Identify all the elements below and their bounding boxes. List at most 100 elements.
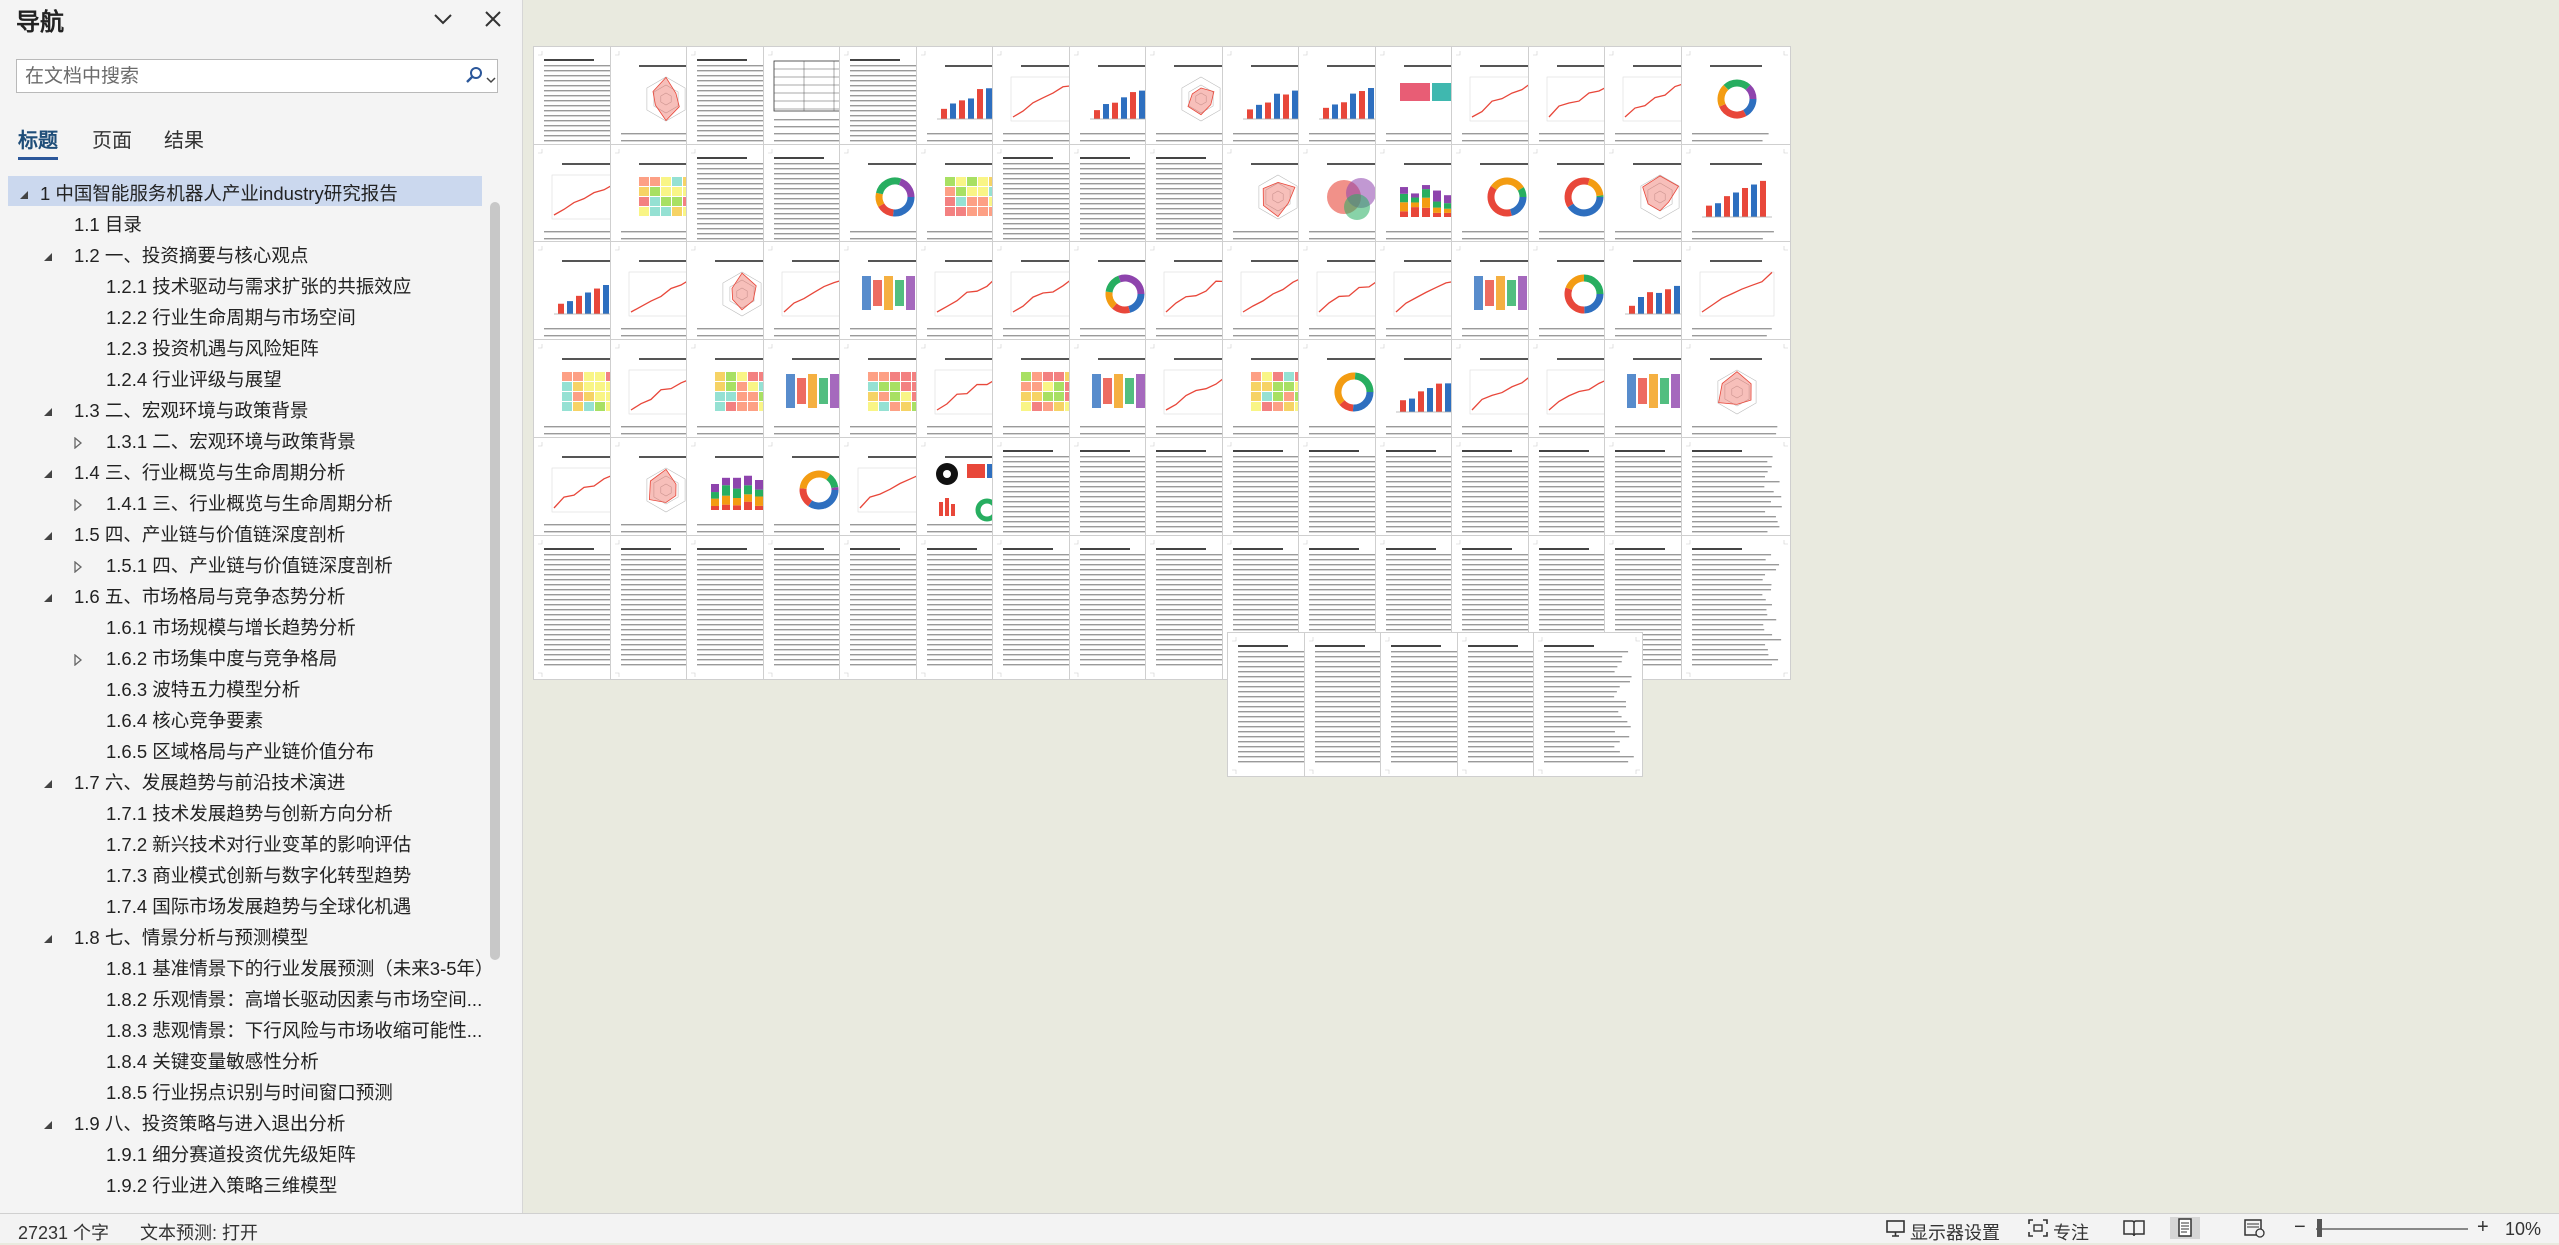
collapsed-triangle-icon[interactable] bbox=[72, 494, 84, 512]
tab-results[interactable]: 结果 bbox=[164, 124, 204, 153]
tree-item[interactable]: 1.4 三、行业概览与生命周期分析 bbox=[8, 455, 482, 485]
expanded-triangle-icon[interactable] bbox=[42, 1114, 54, 1129]
tree-item-label: 1.6.3 波特五力模型分析 bbox=[106, 679, 301, 700]
zoom-slider-track[interactable] bbox=[2316, 1228, 2468, 1230]
tree-item[interactable]: 1.8.4 关键变量敏感性分析 bbox=[8, 1044, 482, 1074]
tree-item[interactable]: 1.6.1 市场规模与增长趋势分析 bbox=[8, 610, 482, 640]
chevron-down-icon[interactable] bbox=[430, 6, 456, 32]
tree-item[interactable]: 1.7.3 商业模式创新与数字化转型趋势 bbox=[8, 858, 482, 888]
tree-item[interactable]: 1.8.2 乐观情景：高增长驱动因素与市场空间... bbox=[8, 982, 482, 1012]
tree-item[interactable]: 1.6.3 波特五力模型分析 bbox=[8, 672, 482, 702]
tree-item-label: 1.6.5 区域格局与产业链价值分布 bbox=[106, 741, 375, 762]
tree-item-label: 1.2 一、投资摘要与核心观点 bbox=[74, 245, 309, 266]
tree-item-label: 1.6.2 市场集中度与竞争格局 bbox=[106, 648, 338, 669]
collapsed-triangle-icon[interactable] bbox=[72, 556, 84, 574]
tree-item[interactable]: 1.9.2 行业进入策略三维模型 bbox=[8, 1168, 482, 1198]
tree-item[interactable]: 1 中国智能服务机器人产业industry研究报告 bbox=[8, 176, 482, 206]
tree-item[interactable]: 1.5 四、产业链与价值链深度剖析 bbox=[8, 517, 482, 547]
text-predict-status[interactable]: 文本预测: 打开 bbox=[140, 1219, 258, 1245]
search-box[interactable] bbox=[16, 59, 498, 94]
tree-item[interactable]: 1.7.1 技术发展趋势与创新方向分析 bbox=[8, 796, 482, 826]
tree-item[interactable]: 1.6 五、市场格局与竞争态势分析 bbox=[8, 579, 482, 609]
tree-item[interactable]: 1.6.2 市场集中度与竞争格局 bbox=[8, 641, 482, 671]
tree-item[interactable]: 1.9.1 细分赛道投资优先级矩阵 bbox=[8, 1137, 482, 1167]
tree-item[interactable]: 1.3.1 二、宏观环境与政策背景 bbox=[8, 424, 482, 454]
expanded-triangle-icon[interactable] bbox=[42, 928, 54, 943]
tree-item-label: 1.8.3 悲观情景：下行风险与市场收缩可能性... bbox=[106, 1020, 482, 1041]
tab-pages[interactable]: 页面 bbox=[92, 124, 132, 153]
tree-item[interactable]: 1.4.1 三、行业概览与生命周期分析 bbox=[8, 486, 482, 516]
tree-item-label: 1.8 七、情景分析与预测模型 bbox=[74, 927, 309, 948]
expanded-triangle-icon[interactable] bbox=[42, 525, 54, 540]
print-layout-icon[interactable] bbox=[2170, 1217, 2200, 1239]
zoom-in-button[interactable]: + bbox=[2477, 1216, 2489, 1239]
focus-label[interactable]: 专注 bbox=[2053, 1219, 2089, 1245]
tree-item[interactable]: 1.9 八、投资策略与进入退出分析 bbox=[8, 1106, 482, 1136]
tree-item[interactable]: 1.7.4 国际市场发展趋势与全球化机遇 bbox=[8, 889, 482, 919]
tab-headings[interactable]: 标题 bbox=[18, 124, 58, 160]
display-settings-icon[interactable] bbox=[1884, 1217, 1908, 1239]
tree-item[interactable]: 1.8.5 行业拐点识别与时间窗口预测 bbox=[8, 1075, 482, 1105]
expanded-triangle-icon[interactable] bbox=[42, 587, 54, 602]
caret-down-icon[interactable] bbox=[486, 72, 496, 84]
tree-item-label: 1.5 四、产业链与价值链深度剖析 bbox=[74, 524, 346, 545]
display-settings-label[interactable]: 显示器设置 bbox=[1910, 1219, 2000, 1245]
page-thumbnail[interactable] bbox=[1533, 632, 1643, 778]
tree-item-label: 1.6.4 核心竞争要素 bbox=[106, 710, 264, 731]
search-input[interactable] bbox=[23, 60, 457, 94]
collapsed-triangle-icon[interactable] bbox=[72, 649, 84, 667]
tree-item-label: 1.2.2 行业生命周期与市场空间 bbox=[106, 307, 356, 328]
tree-item-label: 1.7 六、发展趋势与前沿技术演进 bbox=[74, 772, 346, 793]
tree-item-label: 1.6.1 市场规模与增长趋势分析 bbox=[106, 617, 356, 638]
tree-item[interactable]: 1.3 二、宏观环境与政策背景 bbox=[8, 393, 482, 423]
tree-item[interactable]: 1.2 一、投资摘要与核心观点 bbox=[8, 238, 482, 268]
tree-item-label: 1.2.1 技术驱动与需求扩张的共振效应 bbox=[106, 276, 412, 297]
tree-item[interactable]: 1.2.4 行业评级与展望 bbox=[8, 362, 482, 392]
tree-item[interactable]: 1.7.2 新兴技术对行业变革的影响评估 bbox=[8, 827, 482, 857]
tree-item[interactable]: 1.2.3 投资机遇与风险矩阵 bbox=[8, 331, 482, 361]
tree-item-label: 1.4.1 三、行业概览与生命周期分析 bbox=[106, 493, 393, 514]
expanded-triangle-icon[interactable] bbox=[42, 246, 54, 261]
tree-item[interactable]: 1.2.2 行业生命周期与市场空间 bbox=[8, 300, 482, 330]
zoom-slider-thumb[interactable] bbox=[2317, 1219, 2323, 1237]
close-icon[interactable] bbox=[480, 6, 506, 32]
tree-item-label: 1.2.3 投资机遇与风险矩阵 bbox=[106, 338, 319, 359]
navigation-pane: 导航 标题 页面 结果 1 中国智能服务机器人产业industry研究报告 1.1… bbox=[0, 0, 523, 1213]
tree-item[interactable]: 1.2.1 技术驱动与需求扩张的共振效应 bbox=[8, 269, 482, 299]
read-mode-icon[interactable] bbox=[2122, 1217, 2146, 1239]
tree-item-label: 1.7.3 商业模式创新与数字化转型趋势 bbox=[106, 865, 412, 886]
nav-title: 导航 bbox=[16, 9, 64, 36]
expanded-triangle-icon[interactable] bbox=[42, 401, 54, 416]
tree-item[interactable]: 1.8.1 基准情景下的行业发展预测（未来3-5年） bbox=[8, 951, 482, 981]
collapsed-triangle-icon[interactable] bbox=[72, 432, 84, 450]
tree-item[interactable]: 1.8 七、情景分析与预测模型 bbox=[8, 920, 482, 950]
search-icon[interactable] bbox=[463, 65, 485, 87]
expanded-triangle-icon[interactable] bbox=[18, 184, 30, 199]
tree-item[interactable]: 1.8.3 悲观情景：下行风险与市场收缩可能性... bbox=[8, 1013, 482, 1043]
tree-item-label: 1.8.5 行业拐点识别与时间窗口预测 bbox=[106, 1082, 393, 1103]
word-count[interactable]: 27231 个字 bbox=[18, 1219, 109, 1245]
status-bar: 27231 个字 文本预测: 打开 显示器设置 专注 − + 10% bbox=[0, 1213, 2559, 1243]
tree-item-label: 1.1 目录 bbox=[74, 214, 142, 235]
tree-item-label: 1.7.1 技术发展趋势与创新方向分析 bbox=[106, 803, 393, 824]
tree-item[interactable]: 1.6.4 核心竞争要素 bbox=[8, 703, 482, 733]
nav-scrollbar[interactable] bbox=[490, 202, 500, 960]
tree-item[interactable]: 1.6.5 区域格局与产业链价值分布 bbox=[8, 734, 482, 764]
zoom-out-button[interactable]: − bbox=[2294, 1216, 2306, 1239]
page-thumbnail[interactable] bbox=[1680, 534, 1791, 680]
tree-item[interactable]: 1.5.1 四、产业链与价值链深度剖析 bbox=[8, 548, 482, 578]
expanded-triangle-icon[interactable] bbox=[42, 463, 54, 478]
tree-item-label: 1.3 二、宏观环境与政策背景 bbox=[74, 400, 309, 421]
tree-item[interactable]: 1.7 六、发展趋势与前沿技术演进 bbox=[8, 765, 482, 795]
tree-item-label: 1.9.2 行业进入策略三维模型 bbox=[106, 1175, 338, 1196]
focus-icon[interactable] bbox=[2026, 1217, 2050, 1239]
tree-item-label: 1.9.1 细分赛道投资优先级矩阵 bbox=[106, 1144, 356, 1165]
tree-item[interactable]: 1.1 目录 bbox=[8, 207, 482, 237]
tree-item-label: 1.7.4 国际市场发展趋势与全球化机遇 bbox=[106, 896, 412, 917]
expanded-triangle-icon[interactable] bbox=[42, 773, 54, 788]
tree-item-label: 1.8.2 乐观情景：高增长驱动因素与市场空间... bbox=[106, 989, 482, 1010]
tree-item-label: 1.4 三、行业概览与生命周期分析 bbox=[74, 462, 346, 483]
web-layout-icon[interactable] bbox=[2242, 1217, 2266, 1239]
tree-item-label: 1.7.2 新兴技术对行业变革的影响评估 bbox=[106, 834, 412, 855]
zoom-level[interactable]: 10% bbox=[2505, 1219, 2541, 1240]
